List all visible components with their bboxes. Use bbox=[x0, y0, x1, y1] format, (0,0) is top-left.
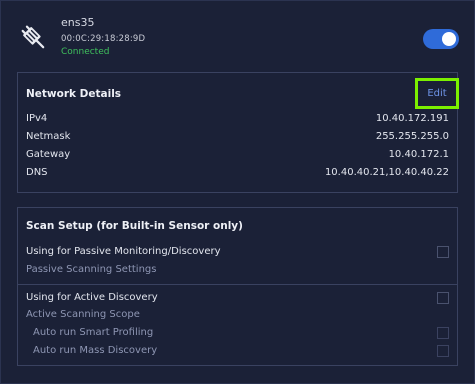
smart-profiling-checkbox[interactable] bbox=[437, 327, 449, 339]
interface-status: Connected bbox=[61, 47, 110, 57]
detail-label: Gateway bbox=[26, 149, 71, 160]
interface-mac-address: 00:0C:29:18:28:9D bbox=[61, 34, 146, 44]
toggle-knob bbox=[442, 32, 456, 46]
active-discovery-label: Using for Active Discovery bbox=[26, 292, 158, 303]
active-scanning-scope-link[interactable]: Active Scanning Scope bbox=[26, 309, 140, 320]
detail-value: 255.255.255.0 bbox=[375, 131, 449, 142]
network-details-title: Network Details bbox=[26, 88, 122, 100]
detail-value: 10.40.172.191 bbox=[375, 113, 449, 124]
passive-monitoring-row: Using for Passive Monitoring/Discovery bbox=[26, 246, 451, 260]
section-divider bbox=[18, 284, 457, 285]
smart-profiling-label: Auto run Smart Profiling bbox=[33, 327, 154, 338]
detail-label: IPv4 bbox=[26, 113, 48, 124]
detail-value: 10.40.40.21,10.40.40.22 bbox=[324, 167, 449, 178]
smart-profiling-row: Auto run Smart Profiling bbox=[26, 327, 451, 341]
detail-row-ipv4: IPv4 10.40.172.191 bbox=[26, 113, 449, 127]
active-discovery-checkbox[interactable] bbox=[437, 292, 449, 304]
scan-setup-panel: Scan Setup (for Built-in Sensor only) Us… bbox=[17, 207, 458, 366]
interface-header: ens35 00:0C:29:18:28:9D Connected bbox=[1, 1, 474, 67]
scan-setup-title: Scan Setup (for Built-in Sensor only) bbox=[26, 220, 243, 232]
detail-label: Netmask bbox=[26, 131, 71, 142]
interface-enable-toggle[interactable] bbox=[423, 29, 459, 49]
detail-row-dns: DNS 10.40.40.21,10.40.40.22 bbox=[26, 167, 449, 181]
detail-label: DNS bbox=[26, 167, 48, 178]
ethernet-plug-icon bbox=[19, 23, 49, 53]
active-scope-row: Active Scanning Scope bbox=[26, 309, 451, 323]
edit-button-label: Edit bbox=[427, 88, 447, 99]
mass-discovery-label: Auto run Mass Discovery bbox=[33, 345, 158, 356]
passive-monitoring-checkbox[interactable] bbox=[437, 246, 449, 258]
detail-row-gateway: Gateway 10.40.172.1 bbox=[26, 149, 449, 163]
interface-card: ens35 00:0C:29:18:28:9D Connected Networ… bbox=[0, 0, 475, 384]
mass-discovery-checkbox[interactable] bbox=[437, 345, 449, 357]
active-discovery-row: Using for Active Discovery bbox=[26, 292, 451, 306]
passive-monitoring-label: Using for Passive Monitoring/Discovery bbox=[26, 246, 221, 257]
passive-scanning-settings-link[interactable]: Passive Scanning Settings bbox=[26, 264, 156, 275]
mass-discovery-row: Auto run Mass Discovery bbox=[26, 345, 451, 359]
detail-row-netmask: Netmask 255.255.255.0 bbox=[26, 131, 449, 145]
detail-value: 10.40.172.1 bbox=[388, 149, 449, 160]
network-details-panel: Network Details Edit IPv4 10.40.172.191 … bbox=[17, 72, 459, 193]
edit-button[interactable]: Edit bbox=[415, 78, 459, 109]
interface-name: ens35 bbox=[61, 16, 95, 29]
passive-settings-row: Passive Scanning Settings bbox=[26, 264, 451, 278]
